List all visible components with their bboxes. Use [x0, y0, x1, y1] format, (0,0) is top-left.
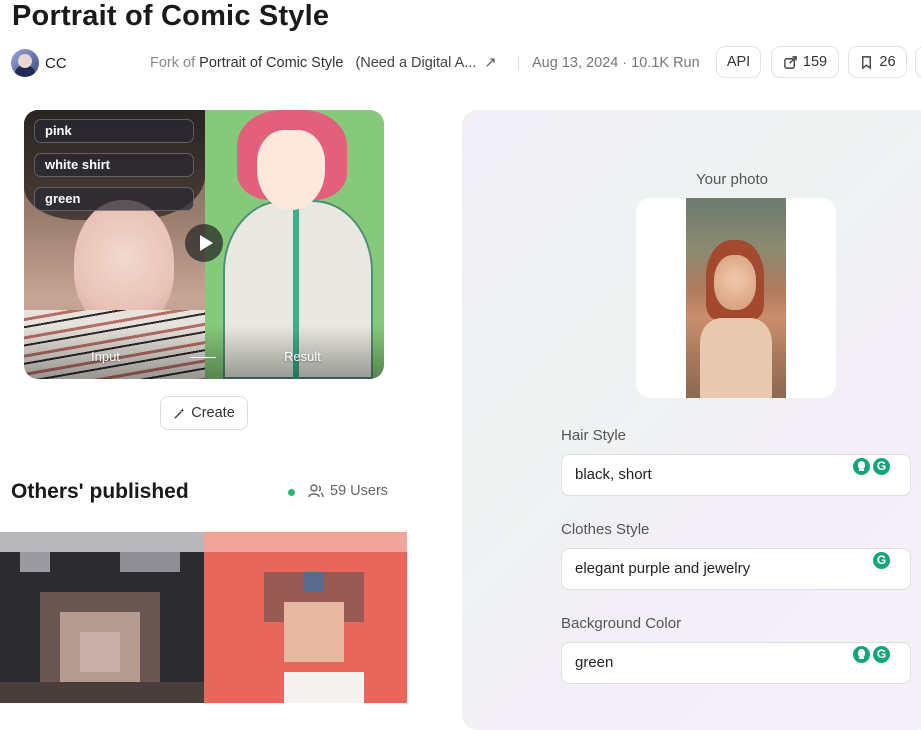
- author-name[interactable]: CC: [45, 55, 67, 72]
- users-count-label: 59 Users: [330, 483, 389, 499]
- published-thumbnails[interactable]: [0, 532, 407, 703]
- suggestion-bulb-icon[interactable]: [853, 646, 870, 663]
- grammarly-icon[interactable]: G: [873, 646, 890, 663]
- api-label: API: [726, 54, 751, 70]
- users-icon: [308, 484, 324, 498]
- thumb-face-pixels: [284, 602, 344, 662]
- status-dot: [288, 489, 295, 496]
- pixelated-thumbnails: [0, 532, 407, 703]
- suggestion-bulb-icon[interactable]: [853, 458, 870, 475]
- create-label: Create: [191, 405, 235, 421]
- fork-description[interactable]: (Need a Digital A...: [355, 55, 476, 71]
- api-button[interactable]: API: [716, 46, 761, 78]
- preview-fade: [24, 325, 384, 379]
- your-photo-label: Your photo: [696, 171, 769, 188]
- thumb-pixel: [80, 632, 120, 672]
- thumb-right-top: [204, 532, 407, 552]
- fork-prefix: Fork of: [150, 55, 196, 71]
- bookmark-count: 26: [879, 54, 896, 70]
- more-button[interactable]: [915, 46, 921, 78]
- hair-style-label: Hair Style: [561, 427, 627, 444]
- thumb-pixel: [284, 672, 364, 703]
- clothes-style-label: Clothes Style: [561, 521, 650, 538]
- share-count: 159: [802, 54, 828, 70]
- thumb-pixel: [0, 682, 204, 703]
- magic-wand-icon: [174, 407, 185, 419]
- page-title: Portrait of Comic Style: [12, 0, 330, 32]
- result-face: [257, 130, 325, 210]
- run-meta: Aug 13, 2024 · 10.1K Run: [532, 55, 700, 71]
- prompt-tag: pink: [34, 119, 194, 143]
- input-label: Input: [91, 349, 120, 364]
- thumb-pixel: [20, 552, 50, 572]
- fork-name[interactable]: Portrait of Comic Style: [199, 55, 343, 71]
- grammarly-icon[interactable]: G: [873, 552, 890, 569]
- photo-dress: [700, 318, 772, 398]
- result-label: Result: [284, 349, 321, 364]
- clothes-style-input[interactable]: elegant purple and jewelry: [561, 548, 911, 590]
- photo-face: [714, 255, 756, 310]
- others-published-title: Others' published: [11, 480, 189, 503]
- share-icon: [784, 55, 797, 69]
- arrow-right-icon: [190, 357, 216, 358]
- prompt-tag: white shirt: [34, 153, 194, 177]
- thumb-left-top: [0, 532, 204, 552]
- thumb-pixel: [304, 572, 324, 592]
- header-divider: [518, 56, 519, 70]
- author-avatar[interactable]: [11, 49, 39, 77]
- external-arrow-icon[interactable]: ↗: [484, 55, 496, 71]
- play-icon[interactable]: [185, 224, 223, 262]
- prompt-tag: green: [34, 187, 194, 211]
- thumb-pixel: [120, 552, 180, 572]
- create-button[interactable]: Create: [160, 396, 248, 430]
- users-count: 59 Users: [308, 483, 388, 499]
- example-preview[interactable]: pink white shirt green Input Result: [24, 110, 384, 379]
- fork-info[interactable]: Fork of Portrait of Comic Style (Need a …: [150, 55, 497, 71]
- bookmark-button[interactable]: 26: [848, 46, 907, 78]
- background-color-label: Background Color: [561, 615, 682, 632]
- grammarly-icon[interactable]: G: [873, 458, 890, 475]
- share-button[interactable]: 159: [771, 46, 839, 78]
- bookmark-icon: [862, 55, 872, 70]
